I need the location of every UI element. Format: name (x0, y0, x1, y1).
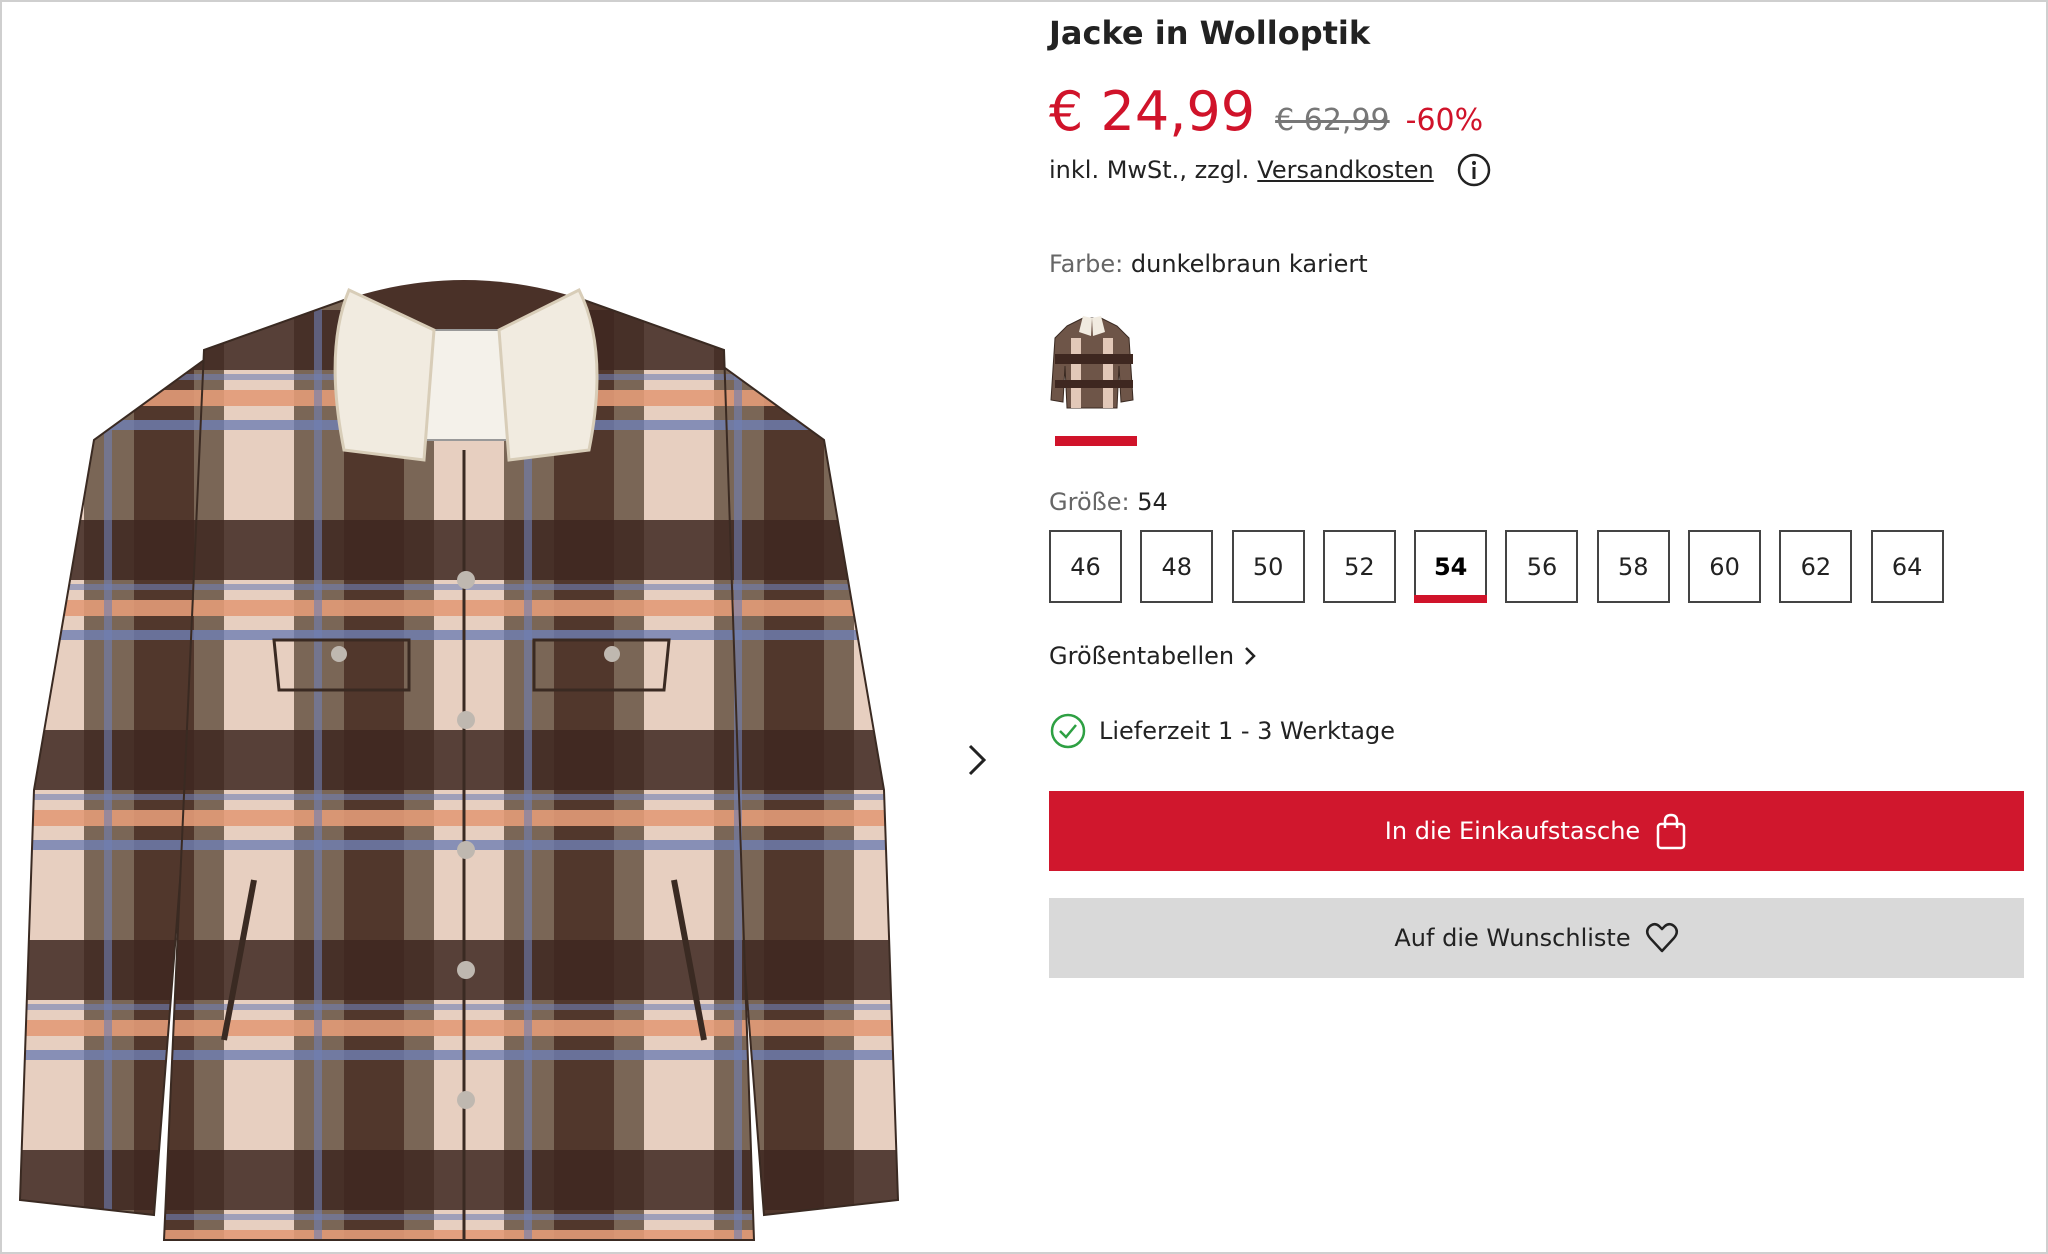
color-value: dunkelbraun kariert (1130, 250, 1368, 278)
wishlist-label: Auf die Wunschliste (1394, 924, 1631, 952)
check-circle-icon (1050, 713, 1086, 749)
product-image[interactable] (14, 270, 914, 1250)
size-option-64[interactable]: 64 (1870, 530, 1944, 603)
swatch-selected-indicator (1055, 436, 1137, 446)
product-title: Jacke in Wolloptik (1049, 14, 1371, 52)
plaid-jacket-image (18, 280, 900, 1241)
discount-badge: -60% (1405, 103, 1484, 138)
delivery-time: Lieferzeit 1 - 3 Werktage (1099, 717, 1396, 745)
shipping-costs-link[interactable]: Versandkosten (1257, 156, 1433, 184)
size-label: Größe: (1049, 488, 1130, 516)
size-option-58[interactable]: 58 (1596, 530, 1670, 603)
jacket-thumbnail (1050, 316, 1134, 409)
add-to-wishlist-button[interactable]: Auf die Wunschliste (1049, 898, 2024, 978)
old-price: € 62,99 (1275, 103, 1390, 138)
size-option-54[interactable]: 54 (1414, 530, 1488, 603)
delivery-info: Lieferzeit 1 - 3 Werktage (1049, 712, 1395, 750)
price-row: € 24,99 € 62,99 -60% (1049, 80, 1483, 143)
add-to-cart-button[interactable]: In die Einkaufstasche (1049, 791, 2024, 871)
size-value: 54 (1137, 488, 1168, 516)
heart-icon (1645, 923, 1678, 953)
color-selection-label: Farbe: dunkelbraun kariert (1049, 250, 1368, 278)
color-swatch-dunkelbraun[interactable] (1049, 308, 1137, 448)
size-chart-link[interactable]: Größentabellen (1049, 642, 1258, 670)
info-icon[interactable] (1456, 152, 1492, 188)
size-option-62[interactable]: 62 (1779, 530, 1853, 603)
size-option-52[interactable]: 52 (1322, 530, 1396, 603)
chevron-right-icon (1245, 647, 1256, 665)
shopping-bag-icon (1656, 813, 1686, 850)
add-to-cart-label: In die Einkaufstasche (1384, 817, 1641, 845)
size-option-56[interactable]: 56 (1505, 530, 1579, 603)
chevron-right-icon[interactable] (962, 740, 992, 780)
size-selection-label: Größe: 54 (1049, 488, 1168, 516)
size-option-60[interactable]: 60 (1688, 530, 1762, 603)
size-chart-label: Größentabellen (1049, 642, 1235, 670)
color-label: Farbe: (1049, 250, 1124, 278)
tax-info: inkl. MwSt., zzgl. Versandkosten (1049, 152, 1492, 188)
size-option-46[interactable]: 46 (1049, 530, 1122, 603)
size-option-50[interactable]: 50 (1231, 530, 1305, 603)
size-option-48[interactable]: 48 (1140, 530, 1214, 603)
tax-text: inkl. MwSt., zzgl. (1049, 156, 1250, 184)
current-price: € 24,99 (1049, 80, 1256, 143)
size-options: 46 48 50 52 54 56 58 60 62 64 (1049, 530, 1962, 603)
